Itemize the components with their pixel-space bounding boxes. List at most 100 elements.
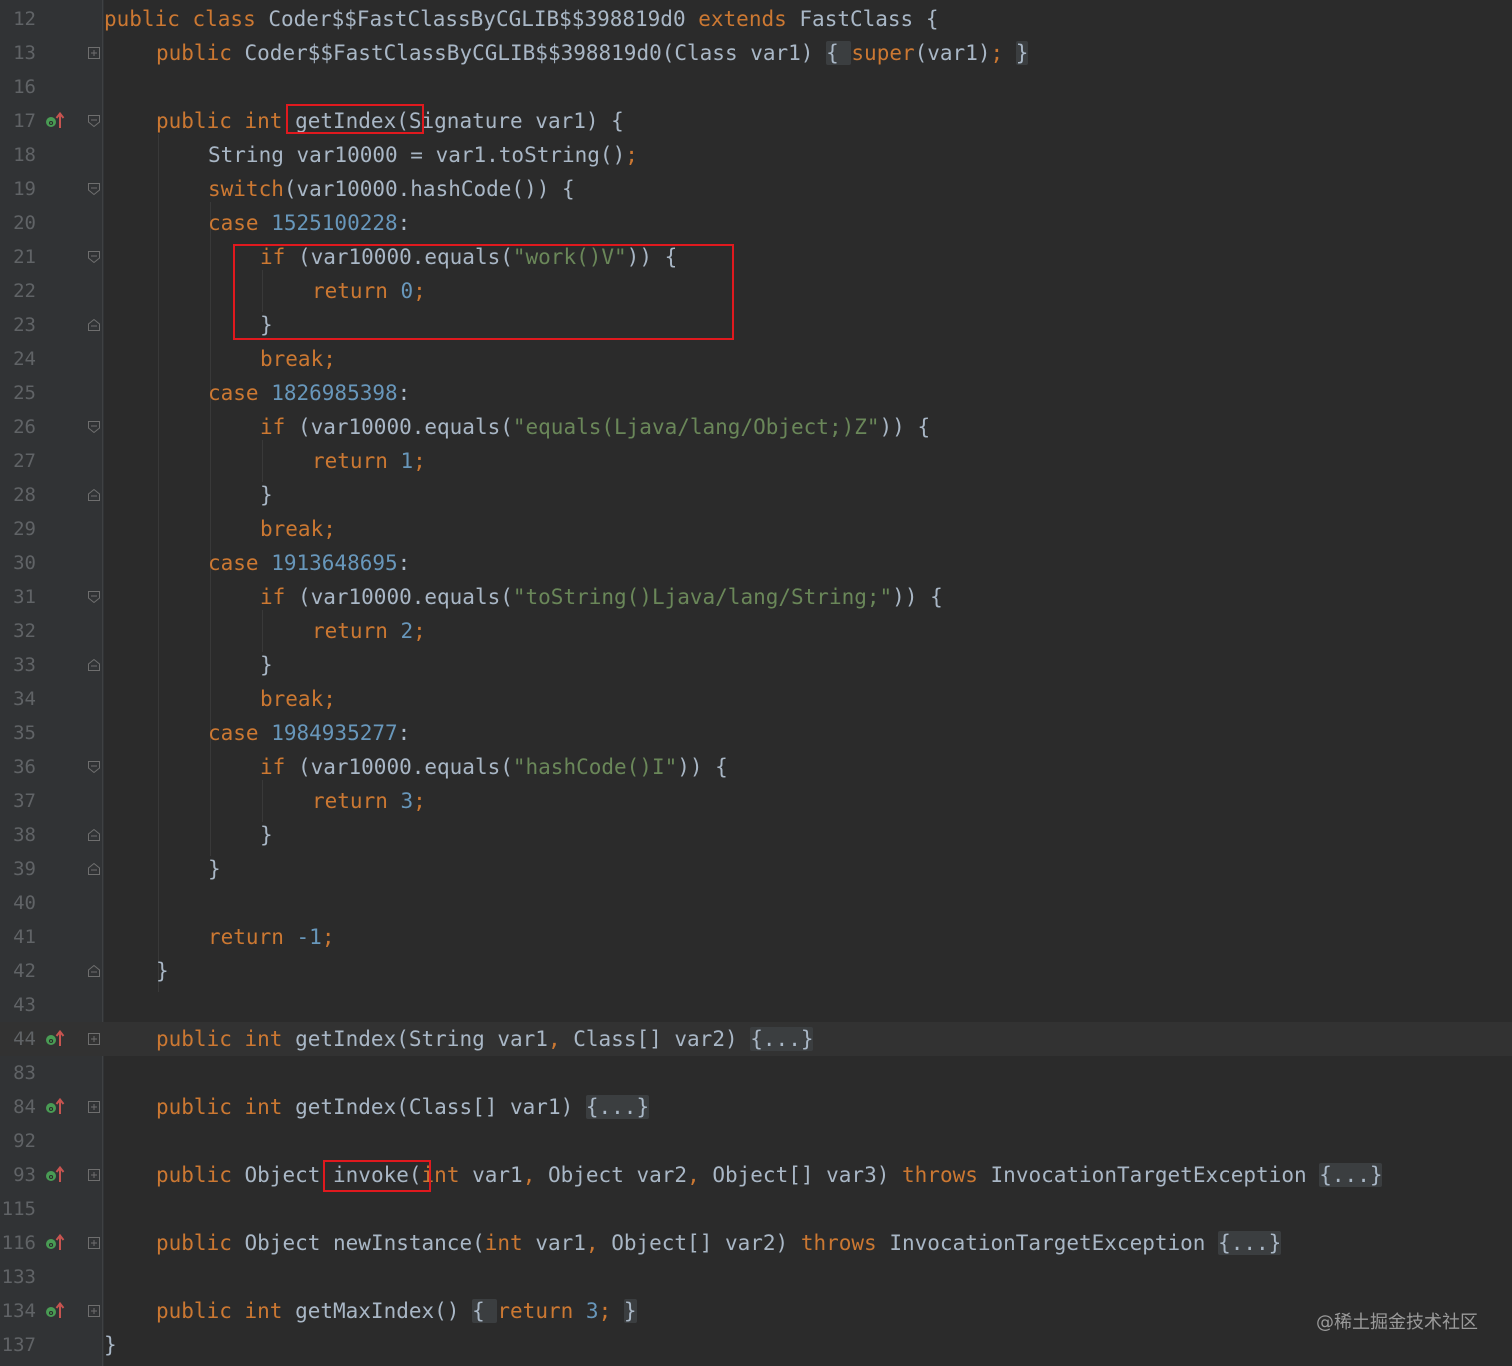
code-text: public class Coder$$FastClassByCGLIB$$39… [104,2,938,36]
folded-code-block[interactable]: { [472,1299,498,1323]
folded-code-block[interactable]: {...} [1319,1163,1383,1187]
code-line[interactable]: 42} [0,954,1512,988]
code-token: 1 [400,449,414,473]
code-line[interactable]: 133 [0,1260,1512,1294]
line-number: 42 [13,960,36,982]
code-token: String var10000 = var1.toString() [208,143,626,167]
folded-code-block[interactable]: } [623,1299,637,1323]
code-line[interactable]: 84 o public int getIndex(Class[] var1) {..… [0,1090,1512,1124]
code-line[interactable]: 17 o public int getIndex(Signature var1) { [0,104,1512,138]
override-method-icon[interactable]: o [45,1302,65,1320]
code-line[interactable]: 83 [0,1056,1512,1090]
code-token: if [260,755,298,779]
code-line[interactable]: 19 switch(var10000.hashCode()) { [0,172,1512,206]
code-line[interactable]: 116 o public Object newInstance(int var1, … [0,1226,1512,1260]
fold-collapse-icon[interactable] [88,863,100,875]
code-line[interactable]: 115 [0,1192,1512,1226]
code-line[interactable]: 35 case 1984935277: [0,716,1512,750]
code-line[interactable]: 93 o public Object invoke(int var1, Object… [0,1158,1512,1192]
fold-collapse-icon[interactable] [88,183,100,195]
fold-expand-icon[interactable] [88,1169,100,1181]
fold-collapse-icon[interactable] [88,829,100,841]
code-token: InvocationTargetException [889,1231,1219,1255]
fold-collapse-icon[interactable] [88,761,100,773]
fold-collapse-icon[interactable] [88,251,100,263]
fold-collapse-icon[interactable] [88,421,100,433]
line-number: 36 [13,756,36,778]
code-token: } [260,483,273,507]
code-text: switch(var10000.hashCode()) { [208,172,575,206]
code-text: } [104,1328,117,1362]
fold-expand-icon[interactable] [88,1305,100,1317]
fold-collapse-icon[interactable] [88,115,100,127]
code-editor[interactable]: 12 public class Coder$$FastClassByCGLIB$$… [0,0,1512,1366]
code-token: (var1) [914,41,991,65]
code-line[interactable]: 134 o public int getMaxIndex() { return 3;… [0,1294,1512,1328]
fold-collapse-icon[interactable] [88,591,100,603]
code-line[interactable]: 25 case 1826985398: [0,376,1512,410]
code-line[interactable]: 43 [0,988,1512,1022]
folded-code-block[interactable]: } [1015,41,1029,65]
line-number: 26 [13,416,36,438]
highlight-box-case-block [233,244,734,340]
fold-collapse-icon[interactable] [88,489,100,501]
code-line[interactable]: 92 [0,1124,1512,1158]
code-line[interactable]: 27 return 1; [0,444,1512,478]
folded-code-block[interactable]: { [826,41,852,65]
code-line[interactable]: 26 if (var10000.equals("equals(Ljava/lang… [0,410,1512,444]
override-method-icon[interactable]: o [45,1098,65,1116]
code-line[interactable]: 33} [0,648,1512,682]
fold-expand-icon[interactable] [88,1237,100,1249]
code-text: } [260,648,273,682]
code-line[interactable]: 20 case 1525100228: [0,206,1512,240]
code-token: "equals(Ljava/lang/Object;)Z" [512,415,880,439]
code-line[interactable]: 37 return 3; [0,784,1512,818]
fold-expand-icon[interactable] [88,1101,100,1113]
code-line[interactable]: 39} [0,852,1512,886]
line-number: 134 [1,1300,36,1322]
override-method-icon[interactable]: o [45,1030,65,1048]
code-line[interactable]: 13 public Coder$$FastClassByCGLIB$$398819… [0,36,1512,70]
override-method-icon[interactable]: o [45,1166,65,1184]
code-text: return 3; [312,784,426,818]
folded-code-block[interactable]: {...} [750,1027,814,1051]
code-line[interactable]: 28} [0,478,1512,512]
override-method-icon[interactable]: o [45,1234,65,1252]
code-line[interactable]: 44 o public int getIndex(String var1, Clas… [0,1022,1512,1056]
folded-code-block[interactable]: {...} [585,1095,650,1119]
code-token: return [312,449,401,473]
code-line[interactable]: 22 return 0; [0,274,1512,308]
folded-code-block[interactable]: {...} [1218,1231,1282,1255]
fold-collapse-icon[interactable] [88,319,100,331]
code-line[interactable]: 21 if (var10000.equals("work()V")) { [0,240,1512,274]
override-method-icon[interactable]: o [45,112,65,130]
fold-collapse-icon[interactable] [88,659,100,671]
code-token: , [585,1231,612,1255]
code-line[interactable]: 38} [0,818,1512,852]
code-text: } [208,852,221,886]
code-line[interactable]: 36 if (var10000.equals("hashCode()I")) { [0,750,1512,784]
fold-collapse-icon[interactable] [88,965,100,977]
code-line[interactable]: 30 case 1913648695: [0,546,1512,580]
code-token: : [397,381,411,405]
code-token: throws [902,1163,991,1187]
line-number: 25 [13,382,36,404]
code-token: ; [413,449,426,473]
code-line[interactable]: 34 break; [0,682,1512,716]
code-line[interactable]: 16 [0,70,1512,104]
code-token: if [260,415,298,439]
code-line[interactable]: 40 [0,886,1512,920]
code-line[interactable]: 29 break; [0,512,1512,546]
code-line[interactable]: 137} [0,1328,1512,1362]
code-line[interactable]: 18 String var10000 = var1.toString(); [0,138,1512,172]
fold-expand-icon[interactable] [88,47,100,59]
code-line[interactable]: 24 break; [0,342,1512,376]
fold-expand-icon[interactable] [88,1033,100,1045]
line-number: 93 [13,1164,36,1186]
code-token: Object[] var3) [712,1163,903,1187]
code-line[interactable]: 41 return -1; [0,920,1512,954]
code-line[interactable]: 12 public class Coder$$FastClassByCGLIB$$… [0,2,1512,36]
code-line[interactable]: 31 if (var10000.equals("toString()Ljava/l… [0,580,1512,614]
code-line[interactable]: 23} [0,308,1512,342]
code-line[interactable]: 32 return 2; [0,614,1512,648]
